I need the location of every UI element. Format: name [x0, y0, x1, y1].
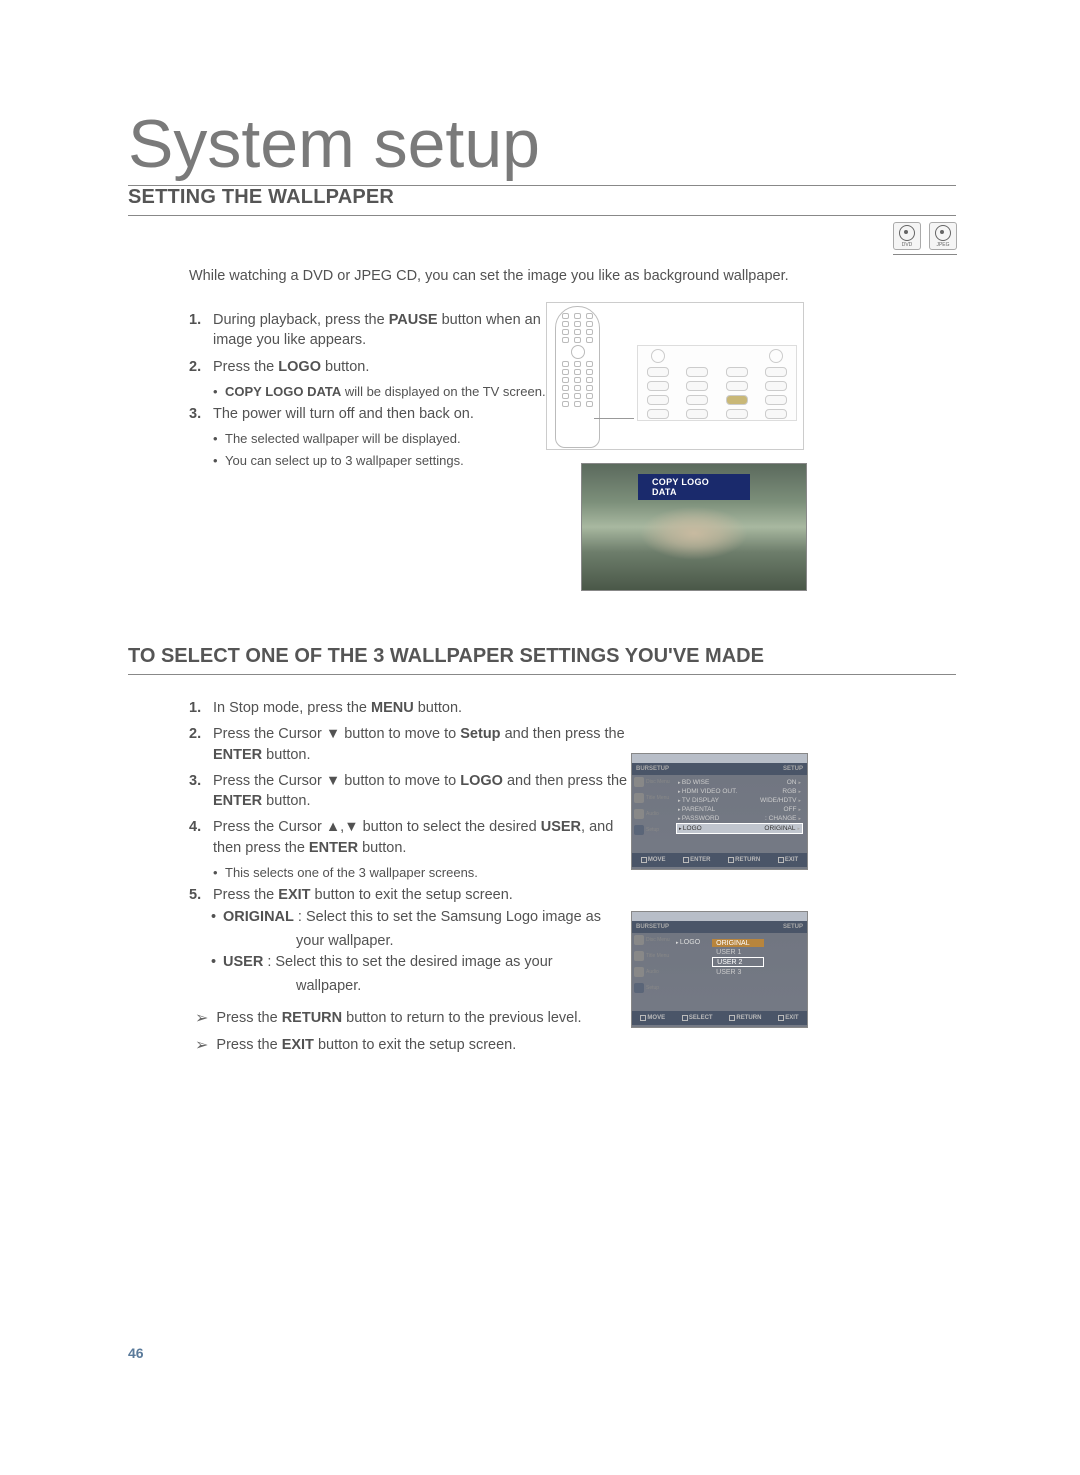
option-user3: USER 3 — [712, 968, 764, 976]
copy-logo-data-banner: COPY LOGO DATA — [638, 474, 750, 500]
section-heading-wallpaper: SETTING THE WALLPAPER — [128, 186, 956, 216]
option-original: ORIGINAL : Select this to set the Samsun… — [211, 907, 611, 927]
remote-control-diagram — [546, 302, 804, 450]
step-3-sub-1: The selected wallpaper will be displayed… — [189, 430, 549, 448]
intro-paragraph: While watching a DVD or JPEG CD, you can… — [189, 268, 789, 284]
logo-row-highlighted: LOGOORIGINAL▸ — [676, 823, 803, 834]
setup-menu-screenshot-1: BURSETUP SETUP Disc Menu Title Menu Audi… — [631, 753, 808, 870]
s2-step-3: 3. Press the Cursor ▼ button to move to … — [189, 771, 629, 812]
logo-label: LOGO — [676, 939, 700, 1008]
pointer-icon: ➢ — [195, 1005, 208, 1032]
pointer-icon: ➢ — [195, 1032, 208, 1059]
s2-step-2: 2. Press the Cursor ▼ button to move to … — [189, 724, 629, 765]
icon-underline — [893, 254, 957, 255]
page-number: 46 — [128, 1345, 144, 1361]
option-user2-highlighted: USER 2 — [712, 957, 764, 967]
menu2-footer: MOVE SELECT RETURN EXIT — [632, 1011, 807, 1025]
remote-zoom-panel — [637, 345, 797, 421]
s2-step-4: 4. Press the Cursor ▲,▼ button to select… — [189, 817, 629, 858]
page-title: System setup — [128, 105, 956, 186]
s2-step-5: 5. Press the EXIT button to exit the set… — [189, 885, 629, 905]
option-user1: USER 1 — [712, 948, 764, 956]
step-3-sub-2: You can select up to 3 wallpaper setting… — [189, 452, 549, 470]
dvd-disc-icon: DVD — [893, 222, 921, 250]
s2-step-4-sub: This selects one of the 3 wallpaper scre… — [189, 864, 629, 882]
setup-menu-screenshot-2: BURSETUP SETUP Disc Menu Title Menu Audi… — [631, 911, 808, 1028]
wallpaper-preview-screenshot: COPY LOGO DATA — [581, 463, 807, 591]
section-heading-select-wallpaper: TO SELECT ONE OF THE 3 WALLPAPER SETTING… — [128, 645, 956, 675]
menu-main: BD WISEON▸ HDMI VIDEO OUT.RGB▸ TV DISPLA… — [672, 775, 807, 853]
nav-hint-return: ➢ Press the RETURN button to return to t… — [195, 1005, 582, 1032]
remote-outline — [555, 306, 600, 448]
s2-step-1: 1. In Stop mode, press the MENU button. — [189, 698, 629, 718]
step-1: 1. During playback, press the PAUSE butt… — [189, 310, 549, 351]
menu-footer: MOVE ENTER RETURN EXIT — [632, 853, 807, 867]
jpeg-disc-icon: JPEG — [929, 222, 957, 250]
option-user: USER : Select this to set the desired im… — [211, 952, 611, 972]
disc-icon-group: DVD JPEG — [893, 222, 957, 250]
step-2: 2. Press the LOGO button. — [189, 357, 549, 377]
instructions-list-2: 1. In Stop mode, press the MENU button. … — [189, 698, 629, 912]
step-2-sub: COPY LOGO DATA will be displayed on the … — [189, 383, 549, 401]
menu-sidebar: Disc Menu Title Menu Audio Setup — [632, 775, 672, 853]
instructions-list-1: 1. During playback, press the PAUSE butt… — [189, 310, 549, 473]
option-description-list: ORIGINAL : Select this to set the Samsun… — [211, 907, 611, 996]
option-original: ORIGINAL — [712, 939, 764, 947]
menu2-sidebar: Disc Menu Title Menu Audio Setup — [632, 933, 672, 1011]
nav-hint-exit: ➢ Press the EXIT button to exit the setu… — [195, 1032, 582, 1059]
step-3: 3. The power will turn off and then back… — [189, 404, 549, 424]
navigation-hints: ➢ Press the RETURN button to return to t… — [195, 1005, 582, 1059]
callout-line — [594, 418, 634, 419]
